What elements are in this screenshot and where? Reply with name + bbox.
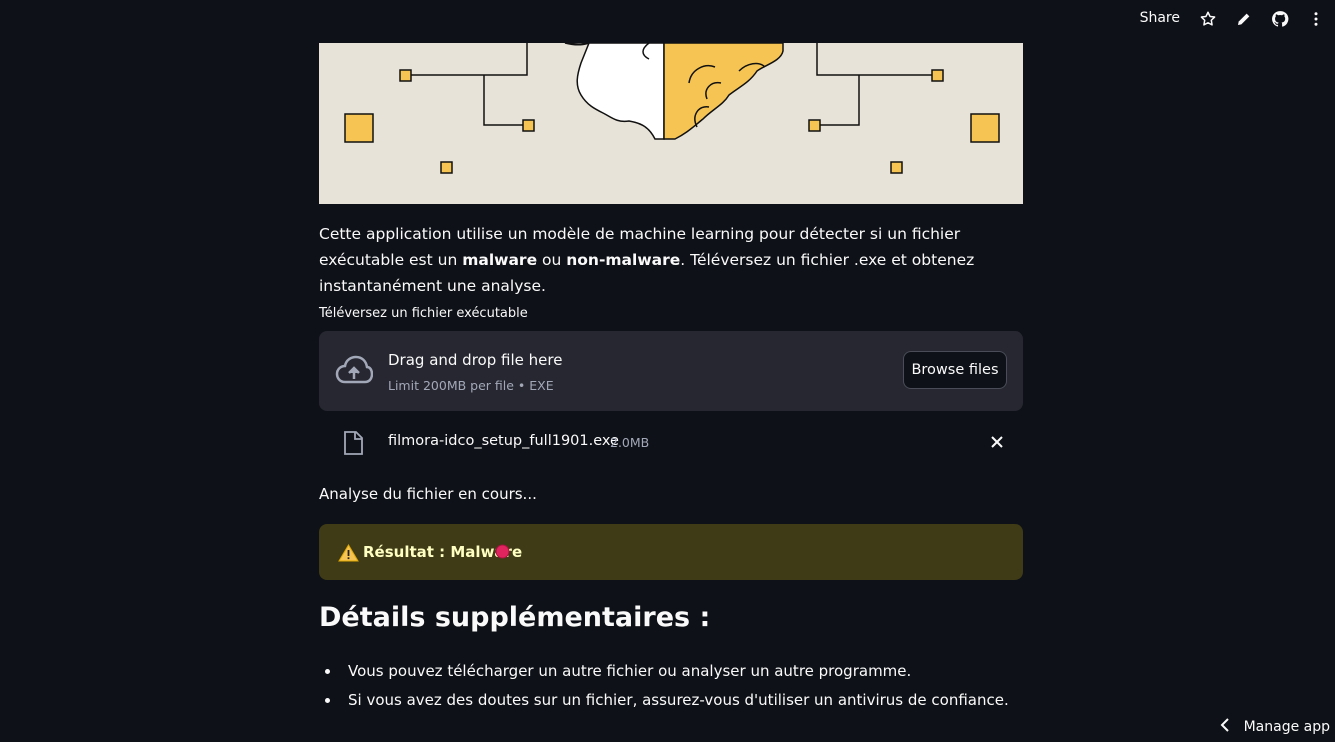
dropzone-title: Drag and drop file here bbox=[388, 351, 563, 369]
file-icon bbox=[343, 431, 363, 455]
uploader-label: Téléversez un fichier exécutable bbox=[319, 306, 528, 321]
cloud-upload-icon bbox=[335, 355, 374, 387]
chevron-left-icon bbox=[1220, 718, 1230, 736]
pencil-icon[interactable] bbox=[1235, 10, 1253, 28]
uploaded-file-row: filmora-idco_setup_full1901.exe 2.0MB bbox=[319, 423, 1023, 463]
file-dropzone[interactable]: Drag and drop file here Limit 200MB per … bbox=[319, 331, 1023, 411]
dropzone-limit: Limit 200MB per file • EXE bbox=[388, 378, 554, 393]
intro-text-2: ou bbox=[537, 251, 567, 269]
manage-app-label: Manage app bbox=[1243, 719, 1330, 735]
analysis-status: Analyse du fichier en cours... bbox=[319, 485, 537, 503]
manage-app-button[interactable]: Manage app bbox=[1220, 718, 1330, 736]
intro-bold-non-malware: non-malware bbox=[566, 251, 681, 269]
result-alert: Résultat : Malware bbox=[319, 524, 1023, 580]
github-icon[interactable] bbox=[1271, 10, 1289, 28]
file-name: filmora-idco_setup_full1901.exe bbox=[388, 433, 619, 449]
hero-illustration bbox=[319, 43, 1023, 204]
intro-bold-malware: malware bbox=[462, 251, 538, 269]
intro-paragraph: Cette application utilise un modèle de m… bbox=[319, 221, 1023, 299]
share-button[interactable]: Share bbox=[1140, 10, 1180, 26]
details-list: Vous pouvez télécharger un autre fichier… bbox=[319, 657, 1023, 715]
list-item: Si vous avez des doutes sur un fichier, … bbox=[319, 686, 1023, 715]
red-octagon-icon bbox=[495, 544, 510, 559]
more-vertical-icon[interactable] bbox=[1307, 10, 1325, 28]
remove-file-icon[interactable] bbox=[989, 434, 1005, 450]
file-size: 2.0MB bbox=[610, 435, 650, 450]
warning-icon bbox=[338, 544, 359, 562]
browse-files-button[interactable]: Browse files bbox=[903, 351, 1007, 389]
star-icon[interactable] bbox=[1199, 10, 1217, 28]
list-item: Vous pouvez télécharger un autre fichier… bbox=[319, 657, 1023, 686]
details-heading: Détails supplémentaires : bbox=[319, 602, 711, 633]
